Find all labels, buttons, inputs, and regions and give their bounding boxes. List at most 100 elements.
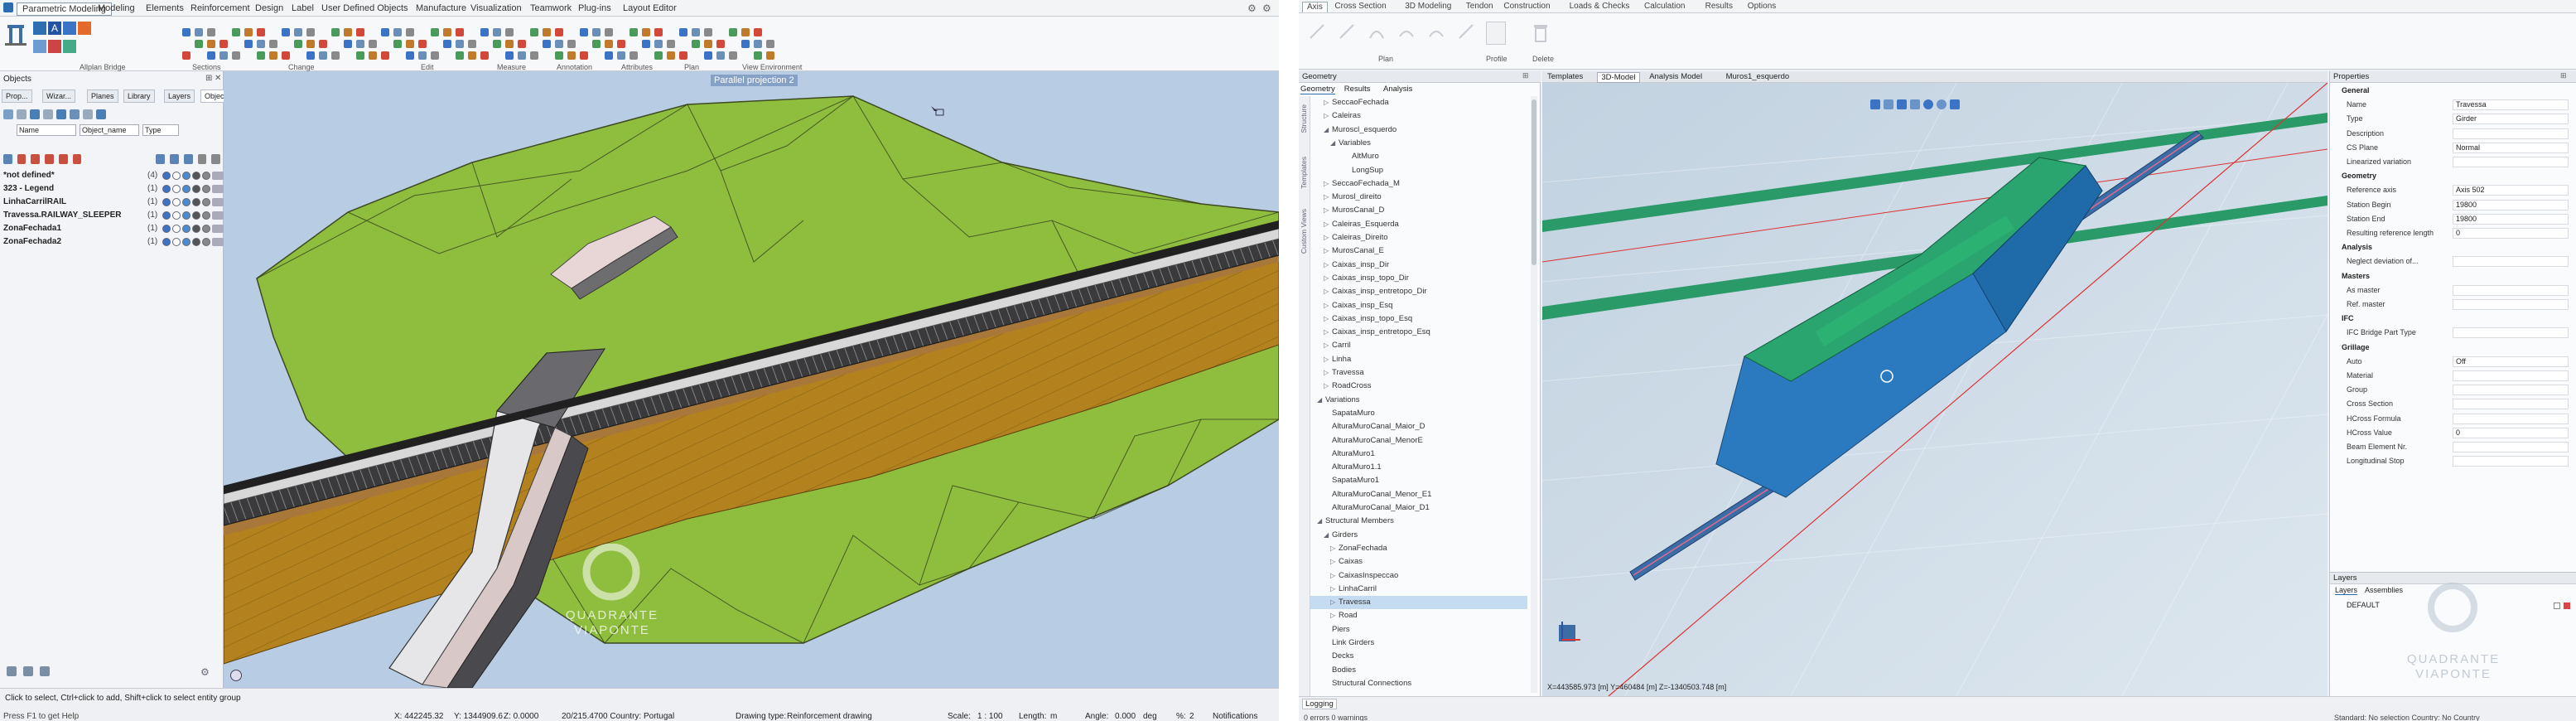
ribbon-tool-icon[interactable] xyxy=(543,28,551,36)
ribbon-tool-icon[interactable] xyxy=(505,51,514,60)
collapsed-arrow-icon[interactable]: ▷ xyxy=(1324,96,1332,109)
tab-cross-section[interactable]: Cross Section xyxy=(1330,2,1390,12)
property-value[interactable] xyxy=(2453,442,2569,452)
ribbon-tool-icon[interactable] xyxy=(530,28,538,36)
object-row[interactable]: LinhaCarrilRAIL (1) xyxy=(3,196,224,209)
tree-node[interactable]: ▷ Travessa xyxy=(1310,366,1527,380)
freeze-icon[interactable] xyxy=(192,198,200,206)
ribbon-tool-icon[interactable] xyxy=(232,28,240,36)
ribbon-tool-icon[interactable] xyxy=(306,40,315,48)
tree-node[interactable]: AlturaMuro1.1 xyxy=(1310,461,1527,474)
tree-node[interactable]: ▷ Road xyxy=(1310,609,1527,622)
collapsed-arrow-icon[interactable]: ▷ xyxy=(1324,231,1332,244)
ribbon-tool-icon[interactable] xyxy=(754,40,762,48)
menu-layout-editor[interactable]: Layout Editor xyxy=(618,2,682,16)
eye-icon[interactable] xyxy=(182,172,191,180)
filter-tool-icon[interactable] xyxy=(96,109,106,119)
tree-node[interactable]: ▷ Caleiras_Direito xyxy=(1310,231,1527,244)
ribbon-tool-icon[interactable] xyxy=(406,28,414,36)
ribbon-tool-icon[interactable] xyxy=(754,51,762,60)
tool-icon-b[interactable]: A xyxy=(48,22,61,35)
ribbon-tool-icon[interactable] xyxy=(692,28,700,36)
color-icon[interactable] xyxy=(202,238,210,246)
ribbon-tool-icon[interactable] xyxy=(282,28,290,36)
property-row[interactable]: Type Girder xyxy=(2330,113,2576,125)
layer-default[interactable]: DEFAULT xyxy=(2347,601,2380,609)
row-menu-icon[interactable] xyxy=(212,172,224,180)
property-row[interactable]: Resulting reference length 0 xyxy=(2330,227,2576,240)
tab-options[interactable]: Options xyxy=(1744,2,1780,12)
tab-logging[interactable]: Logging xyxy=(1302,699,1337,709)
expanded-arrow-icon[interactable]: ◢ xyxy=(1317,515,1325,528)
ribbon-tool-icon[interactable] xyxy=(381,51,389,60)
ribbon-tool-icon[interactable] xyxy=(704,40,712,48)
tree-node[interactable]: AlturaMuroCanal_MenorE xyxy=(1310,434,1527,448)
ribbon-tool-icon[interactable] xyxy=(654,28,663,36)
ribbon-tool-icon[interactable] xyxy=(257,40,265,48)
tree-node[interactable]: ▷ LinhaCarril xyxy=(1310,583,1527,596)
property-value[interactable] xyxy=(2453,256,2569,268)
view-tool-icon[interactable] xyxy=(1897,99,1907,109)
lock-icon[interactable] xyxy=(172,185,181,193)
property-row[interactable]: As master xyxy=(2330,284,2576,297)
ribbon-tool-icon[interactable] xyxy=(393,40,402,48)
tree-node[interactable]: ▷ SeccaoFechada xyxy=(1310,96,1527,109)
percent-value[interactable]: 2 xyxy=(1189,712,1194,721)
filter-tool-icon[interactable] xyxy=(17,109,27,119)
ribbon-tool-icon[interactable] xyxy=(592,28,601,36)
property-value[interactable]: 0 xyxy=(2453,427,2569,438)
tab-3d-modeling[interactable]: 3D Modeling xyxy=(1401,2,1455,12)
view-tool-icon[interactable] xyxy=(1923,99,1933,109)
tool-icon-f[interactable] xyxy=(48,40,61,53)
ribbon-tool-icon[interactable] xyxy=(344,28,352,36)
tree-node[interactable]: ▷ Caixas_insp_topo_Dir xyxy=(1310,272,1527,285)
view-cube-icon[interactable] xyxy=(230,670,242,681)
ribbon-tool-icon[interactable] xyxy=(617,40,625,48)
property-value[interactable] xyxy=(2453,157,2569,167)
tree-tab-results[interactable]: Results xyxy=(1344,85,1371,94)
object-row[interactable]: *not defined* (4) xyxy=(3,169,224,182)
tree-node[interactable]: ▷ Caixas_insp_Dir xyxy=(1310,259,1527,272)
freeze-icon[interactable] xyxy=(192,211,200,220)
property-value[interactable] xyxy=(2453,128,2569,139)
ribbon-tool-icon[interactable] xyxy=(456,28,464,36)
filter-tool-icon[interactable] xyxy=(30,109,40,119)
tab-layers[interactable]: Layers xyxy=(164,90,195,103)
eye-icon[interactable] xyxy=(182,225,191,233)
tab-results[interactable]: Results xyxy=(1701,2,1737,12)
menu-plug-ins[interactable]: Plug-ins xyxy=(573,2,616,16)
group-label-delete[interactable]: Delete xyxy=(1532,55,1554,63)
collapsed-arrow-icon[interactable]: ▷ xyxy=(1324,299,1332,312)
tab-library[interactable]: Library xyxy=(123,90,155,103)
property-value[interactable]: Off xyxy=(2453,356,2569,367)
property-value[interactable]: 19800 xyxy=(2453,199,2569,210)
menu-design[interactable]: Design xyxy=(250,2,288,16)
ribbon-tool-icon[interactable] xyxy=(729,28,737,36)
ribbon-tool-icon[interactable] xyxy=(418,51,427,60)
ribbon-tool-icon[interactable] xyxy=(406,51,414,60)
ribbon-tool-icon[interactable] xyxy=(617,51,625,60)
ribbon-tool-icon[interactable] xyxy=(667,40,675,48)
object-row[interactable]: ZonaFechada1 (1) xyxy=(3,222,224,235)
tree-node[interactable]: ▷ Caixas_insp_topo_Esq xyxy=(1310,312,1527,326)
tree-node[interactable]: AlturaMuro1 xyxy=(1310,448,1527,461)
tree-node[interactable]: ▷ MurosCanal_E xyxy=(1310,244,1527,258)
eye-icon[interactable] xyxy=(182,198,191,206)
property-value[interactable] xyxy=(2453,399,2569,410)
color-icon[interactable] xyxy=(202,198,210,206)
visibility-icon[interactable] xyxy=(162,211,171,220)
tree-node[interactable]: Decks xyxy=(1310,650,1527,663)
property-value[interactable] xyxy=(2453,327,2569,339)
tree-node[interactable]: ◢ Variables xyxy=(1310,137,1527,150)
menu-modeling[interactable]: Modeling xyxy=(93,2,140,16)
tab-planes[interactable]: Planes xyxy=(87,90,118,103)
property-row[interactable]: Station End 19800 xyxy=(2330,213,2576,225)
object-tool-icon[interactable] xyxy=(17,154,27,164)
eye-icon[interactable] xyxy=(182,211,191,220)
ribbon-tool-icon[interactable] xyxy=(431,28,439,36)
ribbon-tool-icon[interactable] xyxy=(654,51,663,60)
freeze-icon[interactable] xyxy=(192,238,200,246)
visibility-icon[interactable] xyxy=(162,225,171,233)
lock-icon[interactable] xyxy=(172,172,181,180)
tree-node[interactable]: ▷ Caixas_insp_entretopo_Dir xyxy=(1310,285,1527,298)
